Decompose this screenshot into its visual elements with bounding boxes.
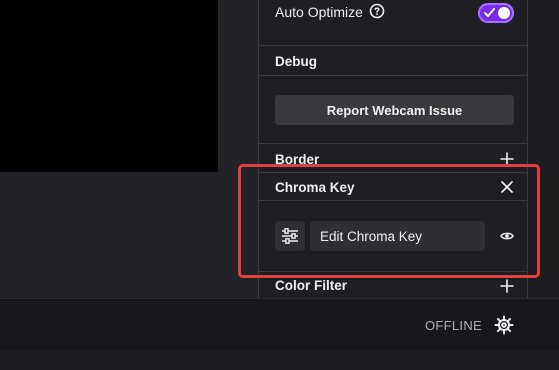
auto-optimize-toggle[interactable] <box>478 3 514 23</box>
edit-chroma-key-button[interactable]: Edit Chroma Key <box>310 221 485 251</box>
help-circle-icon[interactable] <box>369 3 385 19</box>
preview-area <box>0 0 258 297</box>
close-icon[interactable] <box>500 180 514 194</box>
color-filter-title: Color Filter <box>275 278 348 293</box>
auto-optimize-row: Auto Optimize <box>259 0 527 45</box>
app-window: Auto Optimize Debug Report Webcam Issue … <box>0 0 559 370</box>
status-bar: OFFLINE <box>0 298 559 351</box>
chroma-key-controls: Edit Chroma Key <box>259 201 527 271</box>
plus-icon[interactable] <box>500 279 514 293</box>
divider <box>259 271 527 272</box>
eye-icon[interactable] <box>500 229 514 243</box>
debug-title: Debug <box>275 54 317 69</box>
stream-status: OFFLINE <box>425 318 482 333</box>
chroma-key-section-header: Chroma Key <box>259 172 527 200</box>
auto-optimize-label: Auto Optimize <box>275 4 363 20</box>
divider <box>259 75 527 76</box>
webcam-preview <box>0 0 218 172</box>
window-bottom <box>0 350 559 370</box>
effects-panel: Auto Optimize Debug Report Webcam Issue … <box>258 0 528 298</box>
border-title: Border <box>275 152 320 164</box>
plus-icon[interactable] <box>500 152 514 164</box>
panel-gutter <box>528 0 559 298</box>
gear-icon[interactable] <box>494 315 514 335</box>
toggle-knob <box>498 7 510 19</box>
divider <box>259 45 527 46</box>
border-section-header[interactable]: Border <box>259 148 527 164</box>
report-webcam-issue-button[interactable]: Report Webcam Issue <box>275 95 514 125</box>
divider <box>259 143 527 144</box>
check-icon <box>484 8 495 17</box>
chroma-key-title: Chroma Key <box>275 180 355 195</box>
chroma-key-settings-button[interactable] <box>275 221 305 251</box>
sliders-icon <box>282 228 298 244</box>
